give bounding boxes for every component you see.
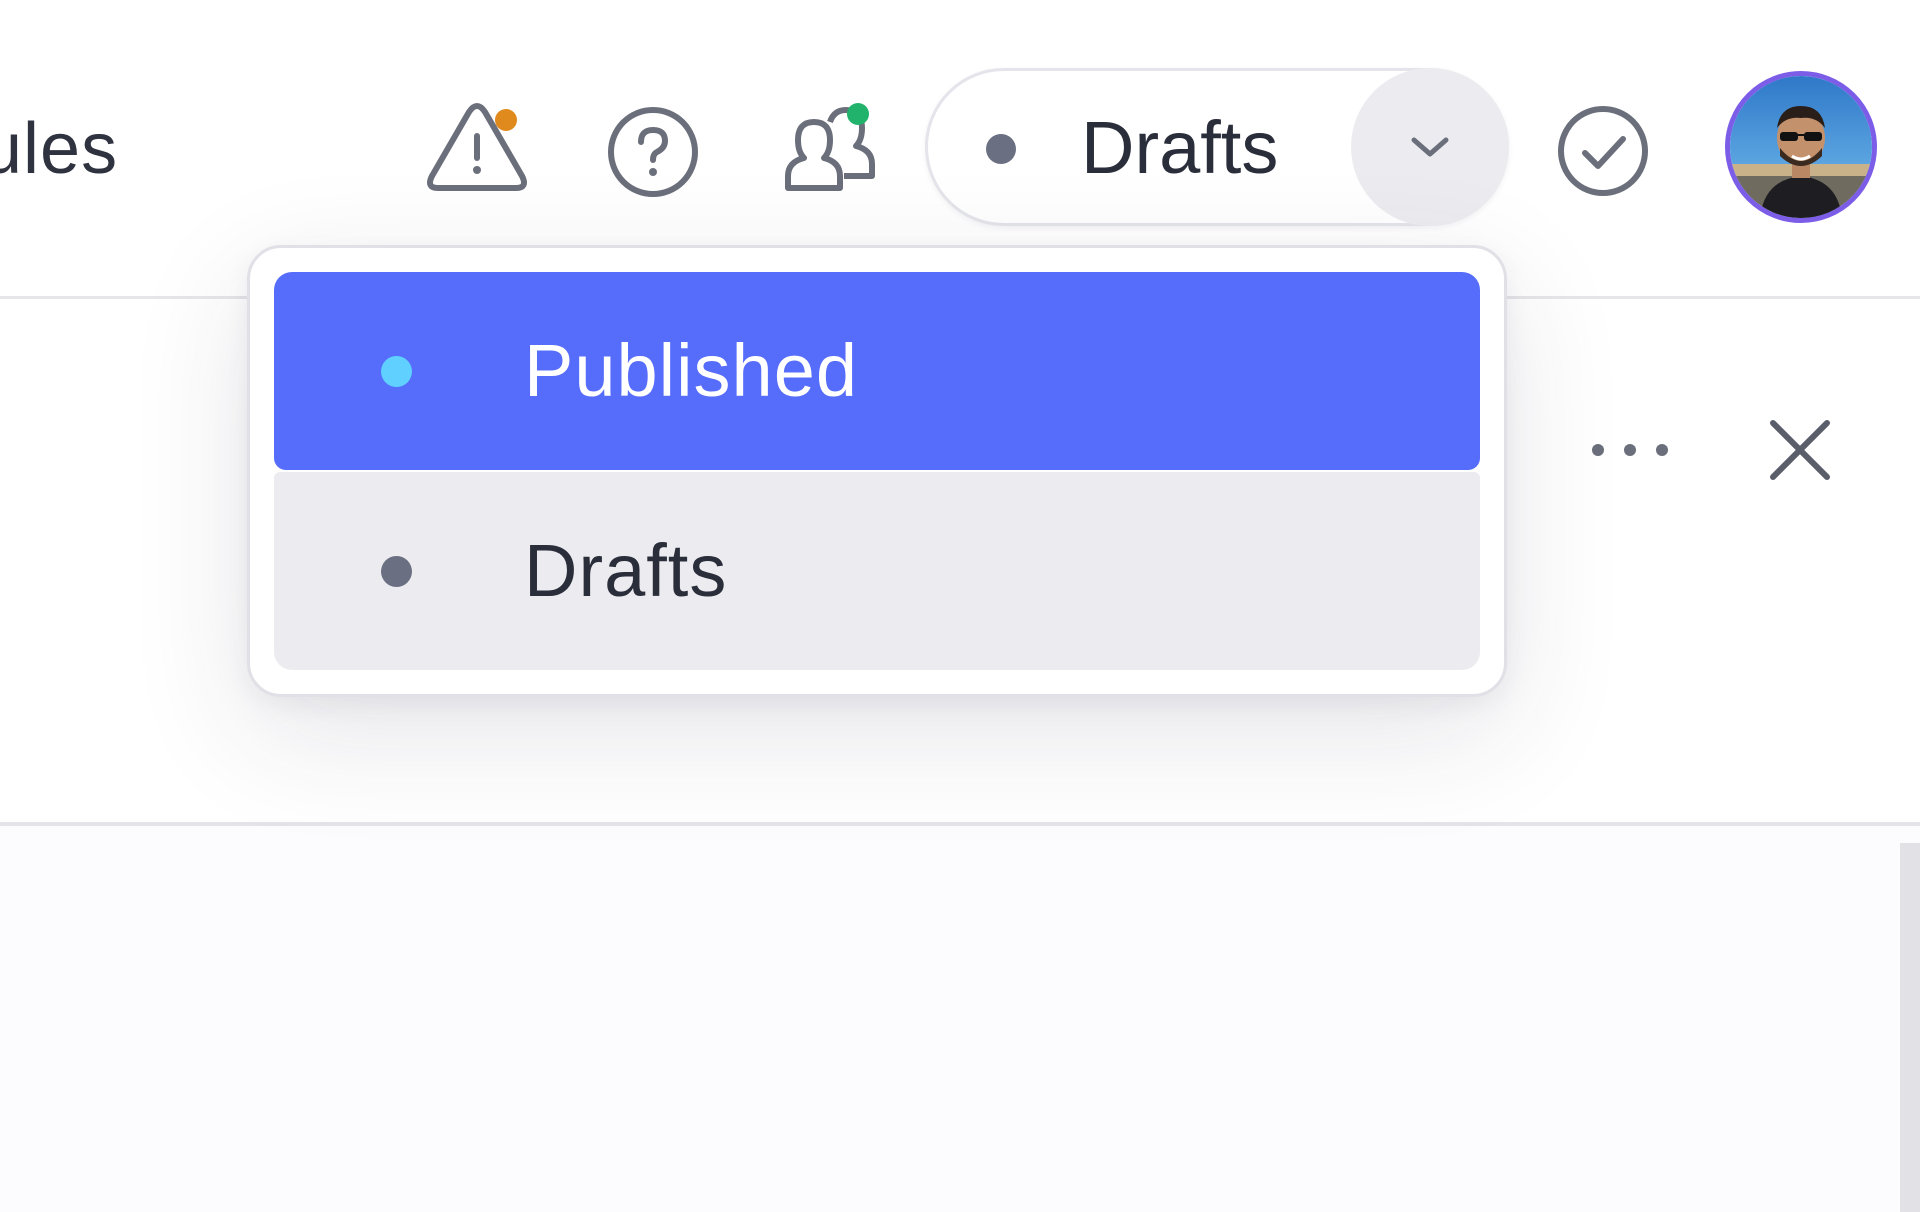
app-window: ules Drafts Published Drafts — [0, 0, 1920, 1212]
scrollbar[interactable] — [1900, 843, 1920, 1212]
status-option-drafts[interactable]: Drafts — [274, 472, 1480, 670]
confirm-button[interactable] — [1553, 101, 1653, 201]
users-icon — [785, 103, 875, 191]
status-select[interactable]: Drafts — [925, 68, 1509, 226]
user-avatar[interactable] — [1725, 71, 1877, 223]
warning-triangle-icon — [427, 103, 527, 191]
avatar-photo — [1730, 76, 1872, 218]
collaborators-button[interactable] — [778, 96, 888, 200]
help-button[interactable] — [603, 102, 703, 202]
more-options-button[interactable] — [1580, 420, 1680, 480]
status-dropdown-menu: Published Drafts — [247, 245, 1507, 697]
status-option-dot — [381, 356, 412, 387]
alerts-button[interactable] — [424, 98, 534, 198]
status-select-toggle[interactable] — [1351, 68, 1509, 226]
content-area — [0, 826, 1920, 1212]
help-circle-icon — [608, 107, 698, 197]
close-icon — [1770, 420, 1830, 480]
status-dot — [986, 134, 1016, 164]
status-option-label: Drafts — [524, 529, 728, 612]
section-title: ules — [0, 109, 119, 189]
check-circle-icon — [1558, 106, 1648, 196]
close-button[interactable] — [1755, 405, 1845, 495]
alert-indicator-dot — [495, 109, 517, 131]
online-indicator-dot — [847, 103, 869, 125]
status-option-dot — [381, 556, 412, 587]
more-horizontal-icon — [1592, 444, 1668, 456]
status-option-published[interactable]: Published — [274, 272, 1480, 470]
status-select-value: Drafts — [1081, 106, 1279, 189]
status-option-label: Published — [524, 329, 859, 412]
chevron-down-icon — [1411, 137, 1449, 157]
